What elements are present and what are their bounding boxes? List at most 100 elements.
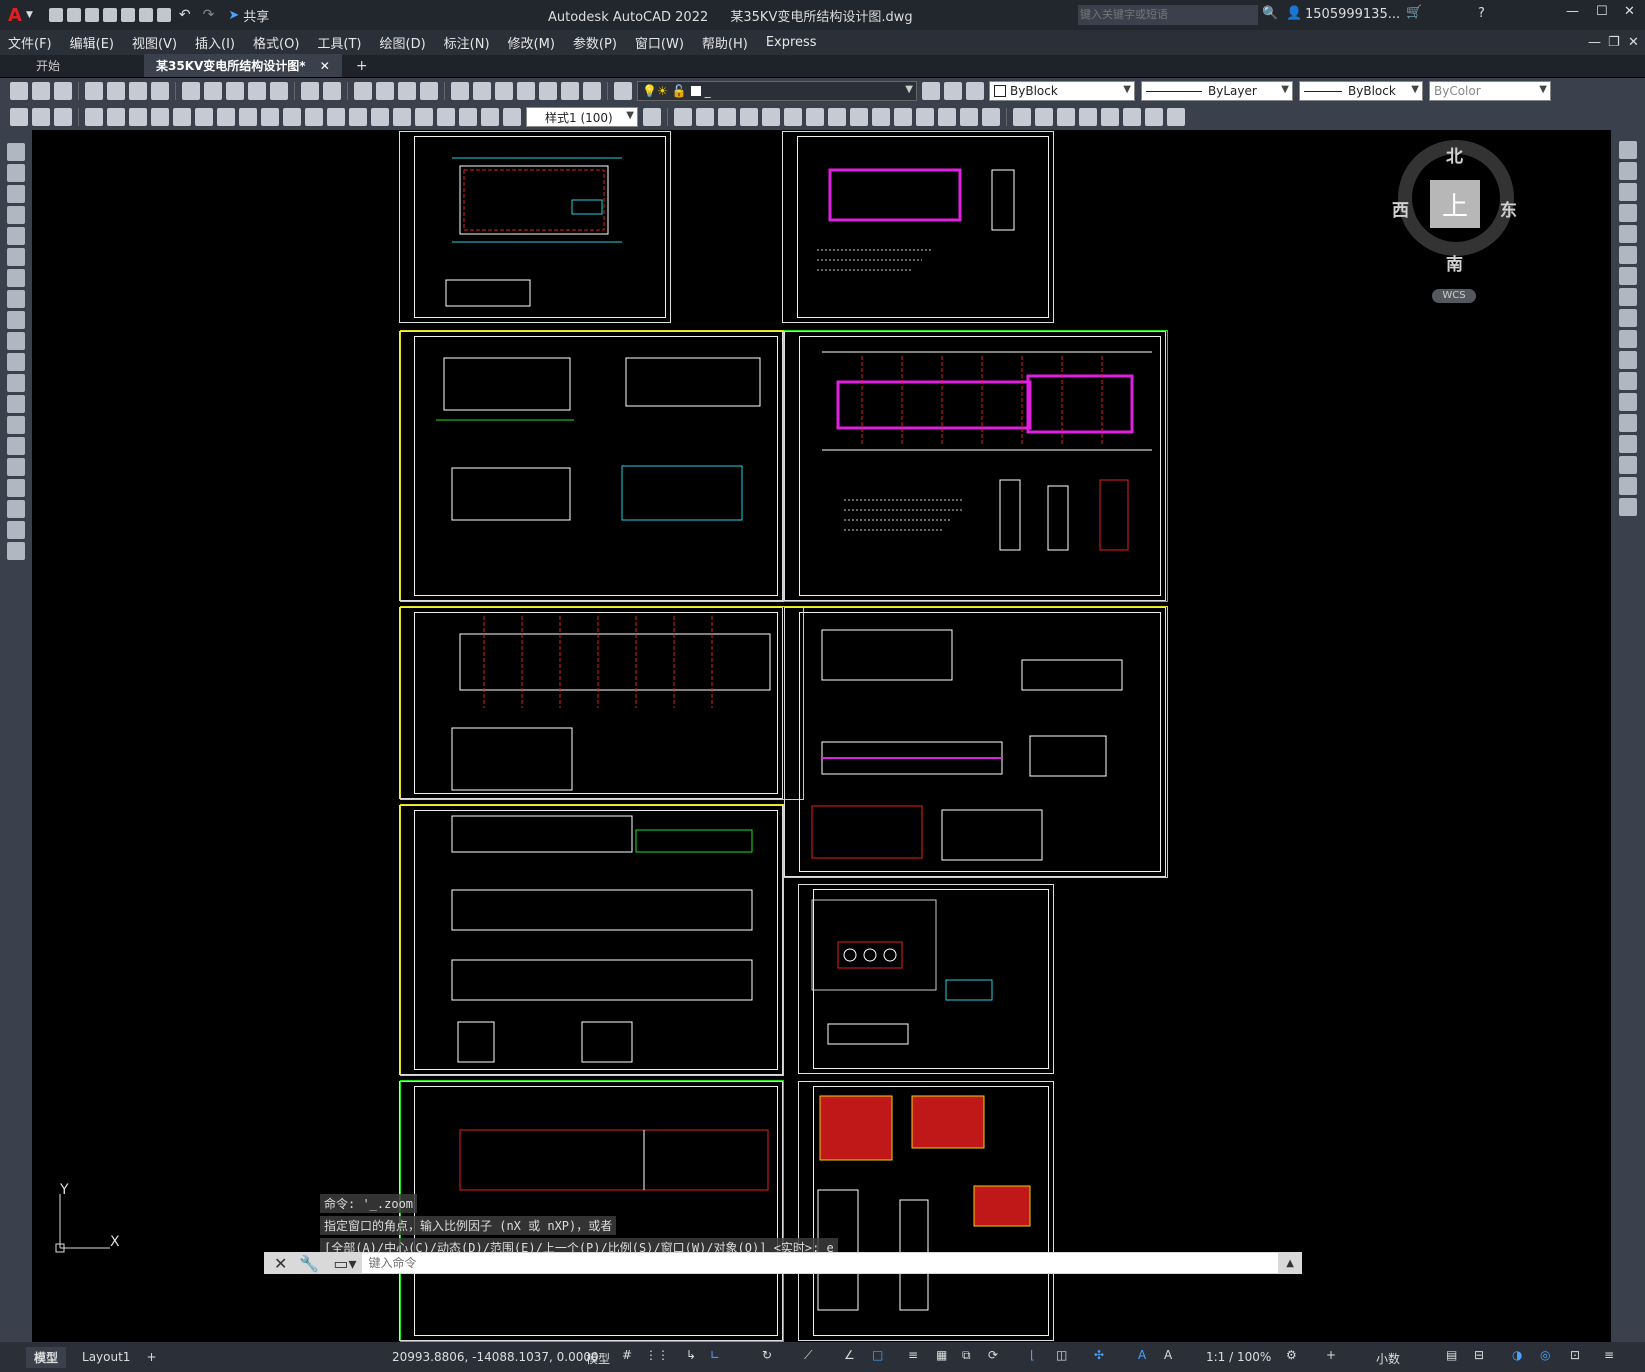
compass-south[interactable]: 南 bbox=[1446, 250, 1463, 275]
offset-icon[interactable] bbox=[740, 108, 758, 126]
cart-icon[interactable]: 🛒 bbox=[1406, 5, 1422, 20]
extend-side-icon[interactable] bbox=[1619, 351, 1637, 369]
ortho-icon[interactable]: ∟ bbox=[710, 1348, 720, 1362]
lock-ui-icon[interactable]: ⊟ bbox=[1474, 1348, 1484, 1362]
offset-side-icon[interactable] bbox=[1619, 204, 1637, 222]
draw-order-icon[interactable] bbox=[10, 108, 28, 126]
tool-palettes-icon[interactable] bbox=[495, 82, 513, 100]
aligned-dimension-icon[interactable] bbox=[107, 108, 125, 126]
coordinates-readout[interactable]: 20993.8806, -14088.1037, 0.0000 bbox=[392, 1350, 599, 1364]
units-dropdown[interactable]: 小数 bbox=[1376, 1350, 1400, 1367]
make-current-layer-icon[interactable] bbox=[922, 82, 940, 100]
break-point-icon[interactable] bbox=[1619, 372, 1637, 390]
compass-north[interactable]: 北 bbox=[1446, 142, 1463, 167]
layer-dropdown[interactable]: 💡☀ 🔓 _ ▼ bbox=[637, 81, 917, 101]
menu-format[interactable]: 格式(O) bbox=[253, 33, 299, 52]
compass-east[interactable]: 东 bbox=[1500, 196, 1517, 221]
explode-side-icon[interactable] bbox=[1619, 498, 1637, 516]
text-front-icon[interactable] bbox=[32, 108, 50, 126]
line-icon[interactable] bbox=[7, 143, 25, 161]
menu-help[interactable]: 帮助(H) bbox=[702, 33, 748, 52]
ellipse-icon[interactable] bbox=[7, 332, 25, 350]
maximize-icon[interactable]: ☐ bbox=[1596, 4, 1608, 19]
print-icon[interactable] bbox=[156, 8, 171, 22]
undo-toolbar-icon[interactable] bbox=[301, 82, 319, 100]
make-block-icon[interactable] bbox=[7, 395, 25, 413]
publish-toolbar-icon[interactable] bbox=[129, 82, 147, 100]
dimension-edit-icon[interactable] bbox=[459, 108, 477, 126]
menu-tools[interactable]: 工具(T) bbox=[317, 33, 361, 52]
annotation-visibility-icon[interactable]: A bbox=[1138, 1348, 1146, 1362]
ordinate-dimension-icon[interactable] bbox=[151, 108, 169, 126]
stretch-icon[interactable] bbox=[850, 108, 868, 126]
clean-screen-icon[interactable]: ⊡ bbox=[1570, 1348, 1580, 1362]
insert-block-icon[interactable] bbox=[7, 374, 25, 392]
dynamic-ucs-icon[interactable]: ⌊ bbox=[1030, 1348, 1035, 1362]
center-mark-icon[interactable] bbox=[393, 108, 411, 126]
continue-dimension-icon[interactable] bbox=[305, 108, 323, 126]
isolate-objects-icon[interactable]: ◑ bbox=[1512, 1348, 1522, 1362]
qnew-icon[interactable] bbox=[10, 82, 28, 100]
jogged-dimension-icon[interactable] bbox=[195, 108, 213, 126]
selection-cycling-icon[interactable]: ⧉ bbox=[962, 1348, 971, 1363]
arc-icon[interactable] bbox=[7, 248, 25, 266]
add-layout-icon[interactable]: + bbox=[146, 1350, 156, 1364]
revision-cloud-icon[interactable] bbox=[7, 290, 25, 308]
doc-restore-icon[interactable]: ❐ bbox=[1608, 35, 1620, 50]
command-history-chevron-icon[interactable]: ▲ bbox=[1286, 1258, 1294, 1269]
add-selected-icon[interactable] bbox=[7, 542, 25, 560]
mirror-icon[interactable] bbox=[718, 108, 736, 126]
menu-window[interactable]: 窗口(W) bbox=[635, 33, 684, 52]
jogged-linear-icon[interactable] bbox=[437, 108, 455, 126]
multiline-text-icon[interactable] bbox=[7, 521, 25, 539]
plot-toolbar-icon[interactable] bbox=[85, 82, 103, 100]
share-button[interactable]: 共享 bbox=[243, 6, 269, 25]
intersect-icon[interactable] bbox=[1101, 108, 1119, 126]
zoom-window-icon[interactable] bbox=[398, 82, 416, 100]
properties-icon[interactable] bbox=[451, 82, 469, 100]
menu-file[interactable]: 文件(F) bbox=[8, 33, 52, 52]
sheet-set-icon[interactable] bbox=[517, 82, 535, 100]
linetype-dropdown[interactable]: ByLayer ▼ bbox=[1141, 81, 1293, 101]
layer-previous-icon[interactable] bbox=[944, 82, 962, 100]
new-tab-icon[interactable]: + bbox=[356, 58, 368, 74]
autocad-logo-icon[interactable]: A bbox=[8, 5, 22, 26]
infer-constraints-icon[interactable]: ↳ bbox=[686, 1348, 696, 1362]
selection-filter-icon[interactable]: ◫ bbox=[1056, 1348, 1067, 1362]
hatch-icon[interactable] bbox=[7, 437, 25, 455]
compass-west[interactable]: 西 bbox=[1392, 196, 1409, 221]
baseline-dimension-icon[interactable] bbox=[283, 108, 301, 126]
tab-drawing[interactable]: 某35KV变电所结构设计图* ✕ bbox=[144, 54, 342, 77]
menu-draw[interactable]: 绘图(D) bbox=[380, 33, 426, 52]
copy-object-icon[interactable] bbox=[696, 108, 714, 126]
solid-edit-icon[interactable] bbox=[1167, 108, 1185, 126]
publish-icon[interactable] bbox=[120, 8, 135, 22]
user-name[interactable]: 1505999135... bbox=[1305, 7, 1400, 22]
object-snap-icon[interactable]: □ bbox=[872, 1348, 883, 1362]
plotstyle-dropdown[interactable]: ByColor ▼ bbox=[1429, 81, 1551, 101]
menu-view[interactable]: 视图(V) bbox=[132, 33, 177, 52]
break-icon[interactable] bbox=[916, 108, 934, 126]
erase-side-icon[interactable] bbox=[1619, 141, 1637, 159]
undo-icon[interactable]: ↶ bbox=[179, 7, 191, 23]
extrude-icon[interactable] bbox=[1123, 108, 1141, 126]
polyline-icon[interactable] bbox=[7, 185, 25, 203]
angular-dimension-icon[interactable] bbox=[239, 108, 257, 126]
customization-icon[interactable]: ≡ bbox=[1604, 1348, 1614, 1362]
dimension-space-icon[interactable] bbox=[327, 108, 345, 126]
chamfer-side-icon[interactable] bbox=[1619, 435, 1637, 453]
rotate-icon[interactable] bbox=[806, 108, 824, 126]
extend-icon[interactable] bbox=[894, 108, 912, 126]
open-file-icon[interactable] bbox=[66, 8, 81, 22]
polygon-icon[interactable] bbox=[7, 206, 25, 224]
zoom-realtime-icon[interactable] bbox=[376, 82, 394, 100]
annotation-scale[interactable]: 1:1 / 100% bbox=[1206, 1350, 1271, 1364]
command-recent-icon[interactable]: ▭▾ bbox=[333, 1254, 356, 1273]
construction-line-icon[interactable] bbox=[7, 164, 25, 182]
rotate-side-icon[interactable] bbox=[1619, 267, 1637, 285]
preview-icon[interactable] bbox=[107, 82, 125, 100]
spline-icon[interactable] bbox=[7, 311, 25, 329]
doc-close-icon[interactable]: ✕ bbox=[1628, 35, 1639, 50]
search-icon[interactable]: 🔍 bbox=[1262, 6, 1278, 21]
help-icon[interactable]: ? bbox=[1478, 6, 1485, 21]
